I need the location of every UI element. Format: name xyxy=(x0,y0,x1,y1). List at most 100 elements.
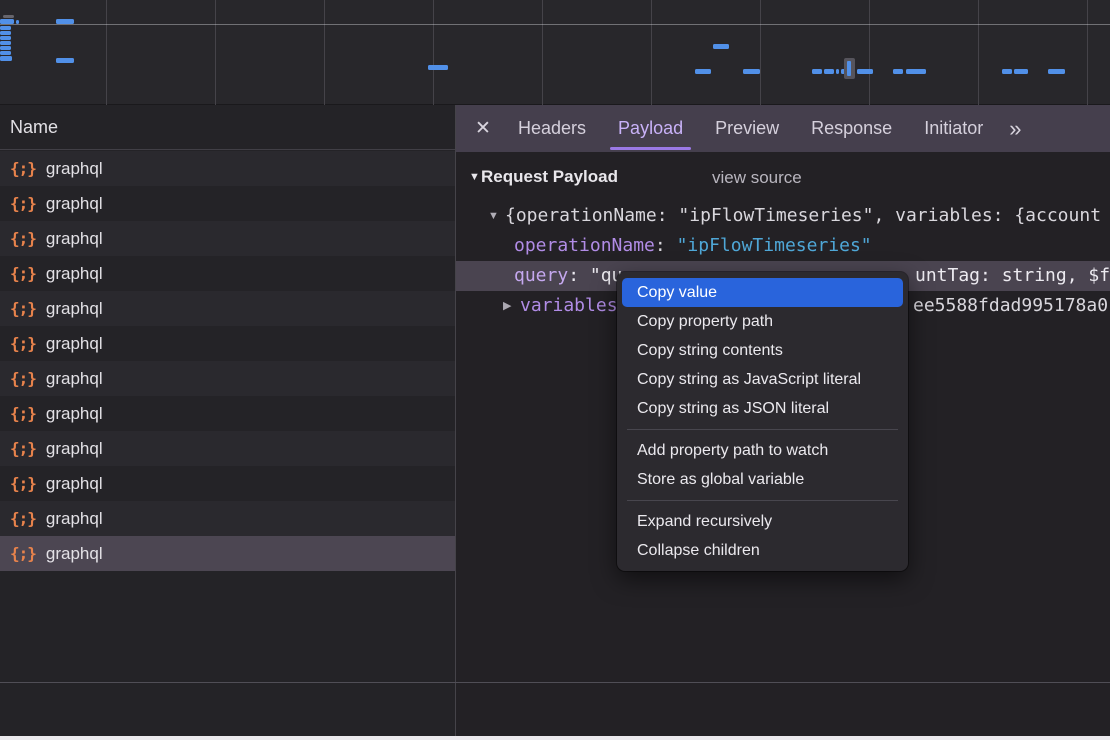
menu-item-copy-string-as-json-literal[interactable]: Copy string as JSON literal xyxy=(622,394,903,423)
menu-item-store-as-global-variable[interactable]: Store as global variable xyxy=(622,465,903,494)
request-timing-bar xyxy=(893,69,903,74)
json-braces-icon: {;} xyxy=(10,229,36,248)
network-request-row[interactable]: {;} graphql xyxy=(0,501,455,536)
name-column-header[interactable]: Name xyxy=(0,105,455,150)
menu-item-copy-string-as-javascript-literal[interactable]: Copy string as JavaScript literal xyxy=(622,365,903,394)
network-request-row[interactable]: {;}graphql xyxy=(0,186,455,221)
request-timing-bar xyxy=(1048,69,1065,74)
request-timing-bar xyxy=(1002,69,1012,74)
request-timing-bar xyxy=(713,44,729,49)
overview-marker-bar xyxy=(847,61,851,76)
key-separator: : xyxy=(655,235,677,256)
network-request-row[interactable]: {;} graphql xyxy=(0,291,455,326)
network-request-panel: Name {;}graphql{;}graphql{;}graphql{;}gr… xyxy=(0,105,456,740)
menu-item-expand-recursively[interactable]: Expand recursively xyxy=(622,507,903,536)
request-timing-bar xyxy=(0,51,11,55)
json-braces-icon: {;} xyxy=(10,439,36,458)
name-column-label: Name xyxy=(10,117,58,138)
section-title: Request Payload xyxy=(481,167,618,187)
json-braces-icon: {;} xyxy=(10,334,36,353)
request-name-label: graphql xyxy=(46,369,103,389)
tree-collapsed-arrow-icon[interactable]: ▶ xyxy=(503,291,511,321)
key-separator: : xyxy=(568,265,590,286)
request-name-label: graphql xyxy=(46,264,103,284)
overview-gridline xyxy=(433,0,434,105)
tab-payload[interactable]: Payload xyxy=(602,105,699,152)
property-key: operationName xyxy=(514,235,655,256)
network-request-row[interactable]: {;} graphql xyxy=(0,396,455,431)
tab-preview[interactable]: Preview xyxy=(699,105,795,152)
overview-gridline xyxy=(978,0,979,105)
network-request-row[interactable]: {;} graphql xyxy=(0,221,455,256)
json-braces-icon: {;} xyxy=(10,264,36,283)
request-name-label: graphql xyxy=(46,334,103,354)
json-braces-icon: {;} xyxy=(10,509,36,528)
property-key: query xyxy=(514,265,568,286)
overview-marker xyxy=(844,58,855,79)
overview-row-divider xyxy=(0,24,1110,25)
menu-item-add-property-path-to-watch[interactable]: Add property path to watch xyxy=(622,436,903,465)
network-overview-waterfall[interactable] xyxy=(0,0,1110,105)
request-payload-section-header[interactable]: ▼ Request Payload view source xyxy=(456,162,1110,196)
network-request-row[interactable]: {;} graphql xyxy=(0,256,455,291)
request-name-label: graphql xyxy=(46,509,103,529)
request-timing-bar xyxy=(812,69,822,74)
json-braces-icon: {;} xyxy=(10,369,36,388)
request-name-label: graphql xyxy=(46,474,103,494)
request-timing-bar xyxy=(0,31,11,35)
request-timing-bar xyxy=(857,69,873,74)
request-timing-bar xyxy=(0,26,11,30)
payload-operationname-row[interactable]: operationName: "ipFlowTimeseries" xyxy=(456,231,1110,261)
overview-gridline xyxy=(1087,0,1088,105)
json-braces-icon: {;} xyxy=(10,544,36,563)
section-expanded-arrow-icon: ▼ xyxy=(469,171,480,183)
request-list: {;} graphql {;} graphql {;} graphql {;} graphql… xyxy=(0,151,455,571)
payload-tree-root-row[interactable]: ▼ {operationName: "ipFlowTimeseries", va… xyxy=(456,201,1110,231)
network-request-row[interactable]: {;} graphql xyxy=(0,536,455,571)
network-request-row[interactable]: {;}graphql xyxy=(0,431,455,466)
window-bottom-edge xyxy=(0,736,1110,740)
json-braces-icon: {;} xyxy=(10,299,36,318)
view-source-link[interactable]: view source xyxy=(712,168,802,188)
tree-expanded-arrow-icon[interactable]: ▼ xyxy=(488,201,499,231)
context-menu: Copy valueCopy property pathCopy string … xyxy=(617,272,908,571)
menu-item-copy-value[interactable]: Copy value xyxy=(622,278,903,307)
json-braces-icon: {;} xyxy=(10,474,36,493)
network-request-row[interactable]: {;}graphql xyxy=(0,151,455,186)
property-value-right-fragment: untTag: string, $f xyxy=(915,261,1110,291)
request-name-label: graphql xyxy=(46,159,103,179)
network-request-row[interactable]: {;} graphql xyxy=(0,326,455,361)
tab-response[interactable]: Response xyxy=(795,105,908,152)
request-name-label: graphql xyxy=(46,299,103,319)
menu-item-copy-string-contents[interactable]: Copy string contents xyxy=(622,336,903,365)
menu-separator xyxy=(627,500,898,501)
tab-headers[interactable]: Headers xyxy=(502,105,602,152)
request-timing-bar xyxy=(743,69,760,74)
request-timing-bar xyxy=(824,69,834,74)
request-timing-bar xyxy=(1014,69,1028,74)
network-request-row[interactable]: {;} graphql xyxy=(0,466,455,501)
request-timing-bar xyxy=(695,69,711,74)
close-icon[interactable]: ✕ xyxy=(464,105,502,152)
overview-gridline xyxy=(106,0,107,105)
menu-separator xyxy=(627,429,898,430)
request-timing-bar xyxy=(428,65,448,70)
menu-item-collapse-children[interactable]: Collapse children xyxy=(622,536,903,565)
request-timing-bar xyxy=(56,19,74,24)
network-request-row[interactable]: {;} graphql xyxy=(0,361,455,396)
request-timing-bar xyxy=(56,58,74,63)
menu-item-copy-property-path[interactable]: Copy property path xyxy=(622,307,903,336)
request-name-label: graphql xyxy=(46,229,103,249)
json-braces-icon: {;} xyxy=(10,404,36,423)
json-braces-icon: {;} xyxy=(10,194,36,213)
request-timing-bar xyxy=(0,56,12,61)
more-tabs-icon[interactable]: » xyxy=(999,105,1031,152)
overview-gridline xyxy=(651,0,652,105)
request-timing-bar xyxy=(3,15,14,18)
tab-initiator[interactable]: Initiator xyxy=(908,105,999,152)
overview-gridline xyxy=(215,0,216,105)
request-timing-bar xyxy=(0,36,11,40)
request-timing-bar xyxy=(0,41,11,45)
request-name-label: graphql xyxy=(46,404,103,424)
request-name-label: graphql xyxy=(46,544,103,564)
